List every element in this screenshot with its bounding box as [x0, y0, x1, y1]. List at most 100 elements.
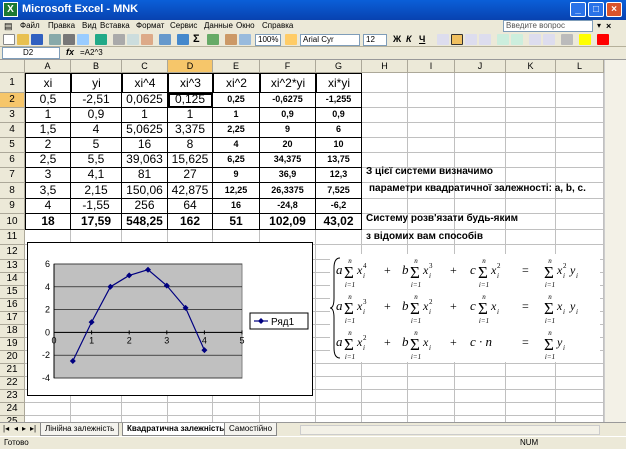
row-header-17[interactable]: 17	[0, 312, 25, 325]
data-cell[interactable]: 5	[71, 138, 122, 153]
data-cell[interactable]: 256	[122, 199, 168, 214]
cell[interactable]	[556, 123, 604, 138]
save-icon[interactable]	[31, 34, 43, 45]
cell[interactable]	[506, 93, 556, 108]
row-header-2[interactable]: 2	[0, 93, 25, 108]
data-cell[interactable]: 0,0625	[122, 93, 168, 108]
data-cell[interactable]: 8	[168, 138, 213, 153]
cell[interactable]	[316, 230, 362, 245]
data-cell[interactable]: 2,15	[71, 183, 122, 199]
zoom-select[interactable]: 100%	[255, 34, 281, 46]
cell[interactable]	[506, 73, 556, 93]
row-header-14[interactable]: 14	[0, 273, 25, 286]
cell[interactable]	[362, 403, 408, 416]
font-select[interactable]: Arial Cyr	[300, 34, 360, 46]
row-header-11[interactable]: 11	[0, 230, 25, 245]
cell[interactable]	[316, 364, 362, 377]
fx-icon[interactable]: fx	[66, 47, 74, 57]
data-cell[interactable]: 0,25	[213, 93, 260, 108]
cell[interactable]	[556, 364, 604, 377]
spelling-icon[interactable]	[95, 34, 107, 45]
cell[interactable]	[455, 93, 506, 108]
row-header-10[interactable]: 10	[0, 214, 25, 230]
data-cell[interactable]: 5,0625	[122, 123, 168, 138]
data-cell[interactable]: 0,9	[71, 108, 122, 123]
currency-icon[interactable]	[497, 34, 509, 45]
cell[interactable]	[506, 168, 556, 183]
increase-indent-icon[interactable]	[543, 34, 555, 45]
data-cell[interactable]: 12,25	[213, 183, 260, 199]
row-header-23[interactable]: 23	[0, 390, 25, 403]
borders-icon[interactable]	[561, 34, 573, 45]
column-header-G[interactable]: G	[316, 60, 362, 73]
column-header-H[interactable]: H	[362, 60, 408, 73]
permission-icon[interactable]	[49, 34, 61, 45]
ask-question-input[interactable]: Введите вопрос	[503, 20, 593, 32]
row-header-22[interactable]: 22	[0, 377, 25, 390]
column-header-F[interactable]: F	[260, 60, 316, 73]
cell[interactable]	[362, 199, 408, 214]
minimize-button[interactable]: _	[570, 2, 586, 17]
cell[interactable]	[408, 377, 455, 390]
cell[interactable]	[362, 123, 408, 138]
row-header-13[interactable]: 13	[0, 260, 25, 273]
cell[interactable]	[506, 364, 556, 377]
preview-icon[interactable]	[77, 34, 89, 45]
data-cell[interactable]: 4	[25, 199, 71, 214]
menu-format[interactable]: Формат	[136, 21, 164, 30]
data-cell[interactable]: 2,25	[213, 123, 260, 138]
total-cell[interactable]: 102,09	[260, 214, 316, 230]
header-cell[interactable]: yi	[71, 73, 122, 93]
row-header-6[interactable]: 6	[0, 153, 25, 168]
vertical-scrollbar[interactable]	[604, 60, 626, 422]
cell[interactable]	[455, 73, 506, 93]
cell[interactable]	[506, 199, 556, 214]
data-cell[interactable]: -1,55	[71, 199, 122, 214]
row-header-15[interactable]: 15	[0, 286, 25, 299]
cell[interactable]	[362, 377, 408, 390]
data-cell[interactable]: 12,3	[316, 168, 362, 183]
cell[interactable]	[506, 230, 556, 245]
menu-insert[interactable]: Вставка	[100, 21, 130, 30]
data-cell[interactable]: 9	[213, 168, 260, 183]
italic-button[interactable]: К	[406, 34, 412, 44]
row-header-16[interactable]: 16	[0, 299, 25, 312]
data-cell[interactable]: 81	[122, 168, 168, 183]
menu-tools[interactable]: Сервис	[170, 21, 197, 30]
cell[interactable]	[556, 93, 604, 108]
data-cell[interactable]: 1	[213, 108, 260, 123]
total-cell[interactable]: 162	[168, 214, 213, 230]
cell[interactable]	[316, 403, 362, 416]
cell[interactable]	[556, 230, 604, 245]
data-cell[interactable]: 2	[25, 138, 71, 153]
bold-button[interactable]: Ж	[393, 34, 401, 44]
row-header-8[interactable]: 8	[0, 183, 25, 199]
data-cell[interactable]: 13,75	[316, 153, 362, 168]
ask-dropdown-icon[interactable]: ▾	[597, 21, 601, 30]
data-cell[interactable]: 1,5	[25, 123, 71, 138]
cell[interactable]	[455, 123, 506, 138]
data-cell[interactable]: 64	[168, 199, 213, 214]
merge-center-icon[interactable]	[479, 34, 491, 45]
menu-help[interactable]: Справка	[262, 21, 293, 30]
data-cell[interactable]: 6	[316, 123, 362, 138]
cut-icon[interactable]	[113, 34, 125, 45]
hyperlink-icon[interactable]	[177, 34, 189, 45]
row-header-7[interactable]: 7	[0, 168, 25, 183]
row-header-24[interactable]: 24	[0, 403, 25, 416]
cell[interactable]	[506, 138, 556, 153]
cell[interactable]	[455, 390, 506, 403]
data-cell[interactable]: -0,6275	[260, 93, 316, 108]
font-color-icon[interactable]	[597, 34, 609, 45]
cell[interactable]	[168, 403, 213, 416]
maximize-button[interactable]: □	[588, 2, 604, 17]
align-right-icon[interactable]	[465, 34, 477, 45]
data-cell[interactable]: 6,25	[213, 153, 260, 168]
cell[interactable]	[408, 108, 455, 123]
data-cell[interactable]: 5,5	[71, 153, 122, 168]
cell[interactable]	[408, 93, 455, 108]
data-cell[interactable]: 4,1	[71, 168, 122, 183]
cell[interactable]	[455, 199, 506, 214]
row-header-9[interactable]: 9	[0, 199, 25, 214]
cell[interactable]	[506, 108, 556, 123]
